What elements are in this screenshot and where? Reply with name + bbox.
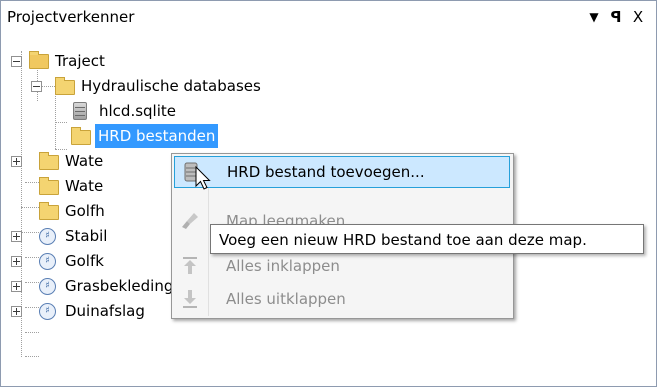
- tree-label: Duinafslag: [65, 302, 145, 320]
- mouse-cursor-icon: [195, 166, 211, 190]
- collapse-icon[interactable]: [31, 81, 42, 92]
- menu-item-label: Alles uitklappen: [226, 290, 346, 308]
- failure-mechanism-icon: ♯: [39, 278, 56, 295]
- tree-label: Hydraulische databases: [81, 77, 261, 95]
- failure-mechanism-icon: ♯: [39, 253, 56, 270]
- project-folder-icon: [29, 51, 49, 69]
- expand-all-icon: [180, 289, 200, 309]
- tree-label: hlcd.sqlite: [99, 102, 176, 120]
- menu-item-label: HRD bestand toevoegen...: [227, 163, 425, 181]
- collapse-all-icon: [180, 256, 200, 276]
- tree-label: Wate: [65, 177, 104, 195]
- pin-icon[interactable]: ꟼ: [607, 7, 625, 27]
- expand-icon[interactable]: [11, 281, 22, 292]
- failure-mechanism-icon: ♯: [39, 228, 56, 245]
- tree-label: Stabil: [65, 227, 108, 245]
- expand-icon[interactable]: [11, 256, 22, 267]
- tree-label: Wate: [65, 152, 104, 170]
- menu-item-add-hrd[interactable]: HRD bestand toevoegen...: [174, 156, 510, 188]
- panel-header: Projectverkenner ▼ ꟼ X: [1, 1, 656, 33]
- tree-label: Golfh: [65, 202, 105, 220]
- expand-icon[interactable]: [11, 231, 22, 242]
- folder-icon: [55, 77, 75, 95]
- brush-icon: [180, 211, 200, 231]
- panel-title: Projectverkenner: [7, 8, 135, 26]
- collapse-icon[interactable]: [11, 56, 22, 67]
- folder-icon: [39, 152, 59, 170]
- dropdown-icon[interactable]: ▼: [585, 7, 603, 27]
- menu-item-collapse-all[interactable]: Alles inklappen: [174, 251, 510, 281]
- database-icon: [73, 102, 87, 120]
- expand-icon[interactable]: [11, 306, 22, 317]
- tree-label: Golfk: [65, 252, 104, 270]
- tree-label: Traject: [55, 52, 105, 70]
- tree-label: HRD bestanden: [95, 124, 219, 148]
- tooltip: Voeg een nieuw HRD bestand toe aan deze …: [210, 224, 644, 254]
- failure-mechanism-icon: ♯: [39, 303, 56, 320]
- folder-icon: [39, 202, 59, 220]
- folder-icon: [71, 127, 91, 145]
- menu-item-label: Alles inklappen: [226, 257, 340, 275]
- menu-item-expand-all[interactable]: Alles uitklappen: [174, 284, 510, 314]
- close-icon[interactable]: X: [629, 7, 647, 27]
- expand-icon[interactable]: [11, 156, 22, 167]
- folder-icon: [39, 177, 59, 195]
